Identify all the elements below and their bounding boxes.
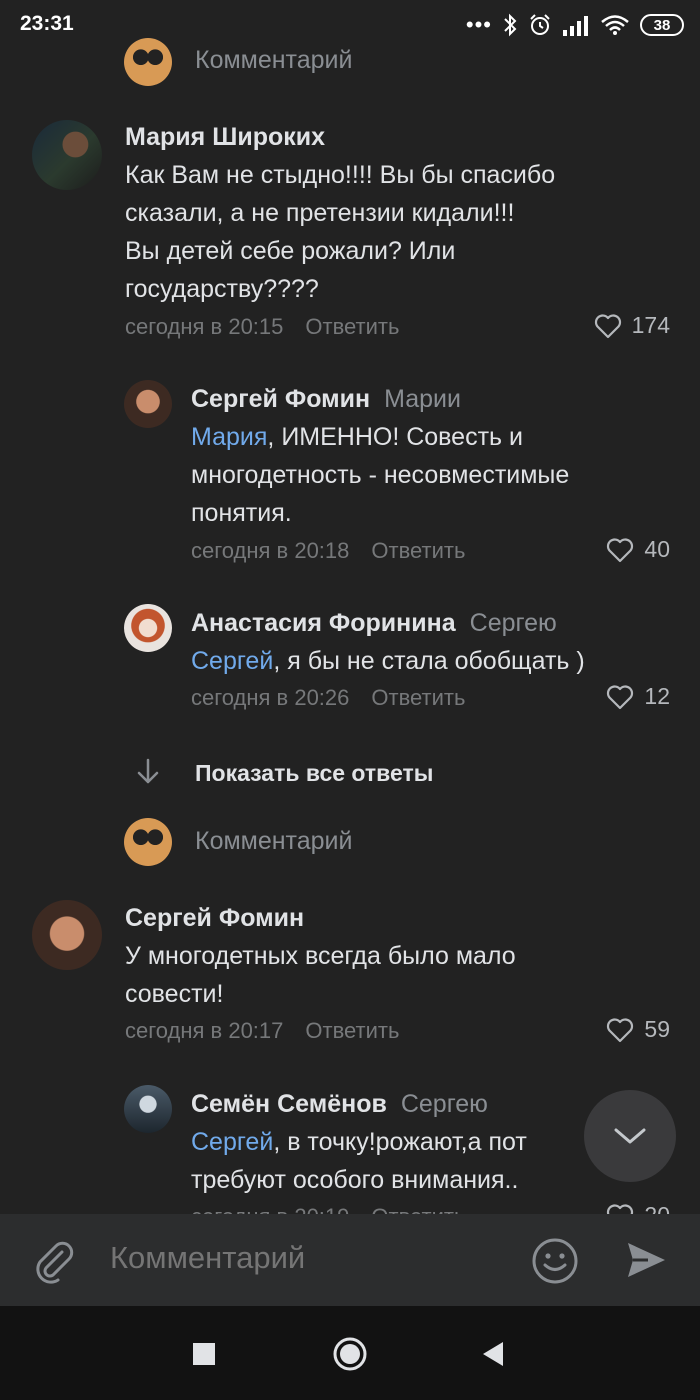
comment-text: Сергей, в точку!рожают,а пот требуют осо… <box>191 1128 527 1194</box>
comment-meta: сегодня в 20:26 Ответить <box>191 685 465 711</box>
reply-button[interactable]: Ответить <box>305 314 399 339</box>
mention-link[interactable]: Сергей <box>191 1128 273 1156</box>
like-button[interactable]: 59 <box>606 1016 670 1043</box>
like-count: 20 <box>644 1202 670 1214</box>
reply-to-label: Марии <box>384 385 461 413</box>
comment-time: сегодня в 20:18 <box>191 538 350 563</box>
reply-button[interactable]: Ответить <box>371 1204 465 1214</box>
like-button[interactable]: 174 <box>594 312 670 339</box>
comment-meta: сегодня в 20:19 Ответить <box>191 1204 465 1214</box>
send-icon[interactable] <box>624 1238 668 1282</box>
like-count: 174 <box>631 312 670 338</box>
comment-composer <box>0 1214 700 1306</box>
comment-author[interactable]: Сергей Фомин <box>125 904 304 933</box>
like-count: 40 <box>644 536 670 562</box>
avatar[interactable] <box>124 1085 172 1133</box>
avatar[interactable] <box>32 900 102 970</box>
like-button[interactable]: 20 <box>606 1202 670 1214</box>
comment-prompt[interactable]: Комментарий <box>195 46 352 75</box>
arrow-down-icon <box>137 758 159 784</box>
comment-time: сегодня в 20:19 <box>191 1204 349 1214</box>
comment-author[interactable]: Сергей Фомин Марии <box>191 385 461 414</box>
reply-button[interactable]: Ответить <box>371 538 465 563</box>
mention-link[interactable]: Сергей <box>191 647 273 675</box>
mention-link[interactable]: Мария <box>191 423 267 451</box>
back-icon[interactable] <box>480 1340 506 1368</box>
like-count: 12 <box>644 683 670 709</box>
show-all-replies-button[interactable]: Показать все ответы <box>195 760 433 787</box>
comment-author[interactable]: Анастасия Форинина Сергею <box>191 609 557 638</box>
avatar[interactable] <box>124 380 172 428</box>
heart-icon <box>607 537 634 562</box>
recent-apps-icon[interactable] <box>191 1341 217 1367</box>
avatar[interactable] <box>32 120 102 190</box>
like-button[interactable]: 12 <box>606 683 670 710</box>
heart-icon <box>607 684 634 709</box>
heart-icon <box>607 1017 634 1042</box>
comments-feed[interactable]: Комментарий Мария Широких Как Вам не сты… <box>0 30 700 1214</box>
avatar[interactable] <box>124 604 172 652</box>
heart-icon <box>607 1203 634 1214</box>
paperclip-icon[interactable] <box>32 1238 76 1284</box>
scroll-down-button[interactable] <box>584 1090 676 1182</box>
avatar[interactable] <box>124 38 172 86</box>
comment-text: Мария, ИМЕННО! Совесть и многодетность -… <box>191 423 570 527</box>
comment-author[interactable]: Семён Семёнов Сергею <box>191 1090 488 1119</box>
like-button[interactable]: 40 <box>606 536 670 563</box>
comment-author[interactable]: Мария Широких <box>125 123 325 152</box>
comment-prompt[interactable]: Комментарий <box>195 827 352 856</box>
comment-time: сегодня в 20:15 <box>125 314 284 339</box>
home-icon[interactable] <box>332 1336 368 1372</box>
heart-icon <box>594 313 621 338</box>
comment-meta: сегодня в 20:17 Ответить <box>125 1018 399 1044</box>
chevron-down-icon <box>614 1128 646 1144</box>
comment-input[interactable] <box>110 1240 510 1276</box>
emoji-icon[interactable] <box>530 1236 580 1286</box>
reply-to-label: Сергею <box>469 609 557 637</box>
like-count: 59 <box>644 1016 670 1042</box>
comment-meta: сегодня в 20:18 Ответить <box>191 538 465 564</box>
reply-button[interactable]: Ответить <box>371 685 465 710</box>
comment-text: У многодетных всегда было мало совести! <box>125 942 516 1008</box>
avatar[interactable] <box>124 818 172 866</box>
reply-to-label: Сергею <box>400 1090 488 1118</box>
comment-text: Как Вам не стыдно!!!! Вы бы спасибо сказ… <box>125 161 556 303</box>
comment-text: Сергей, я бы не стала обобщать ) <box>191 647 585 675</box>
reply-button[interactable]: Ответить <box>305 1018 399 1043</box>
comment-time: сегодня в 20:17 <box>125 1018 284 1043</box>
comment-meta: сегодня в 20:15 Ответить <box>125 314 399 340</box>
system-nav-bar <box>0 1306 700 1400</box>
comment-time: сегодня в 20:26 <box>191 685 350 710</box>
